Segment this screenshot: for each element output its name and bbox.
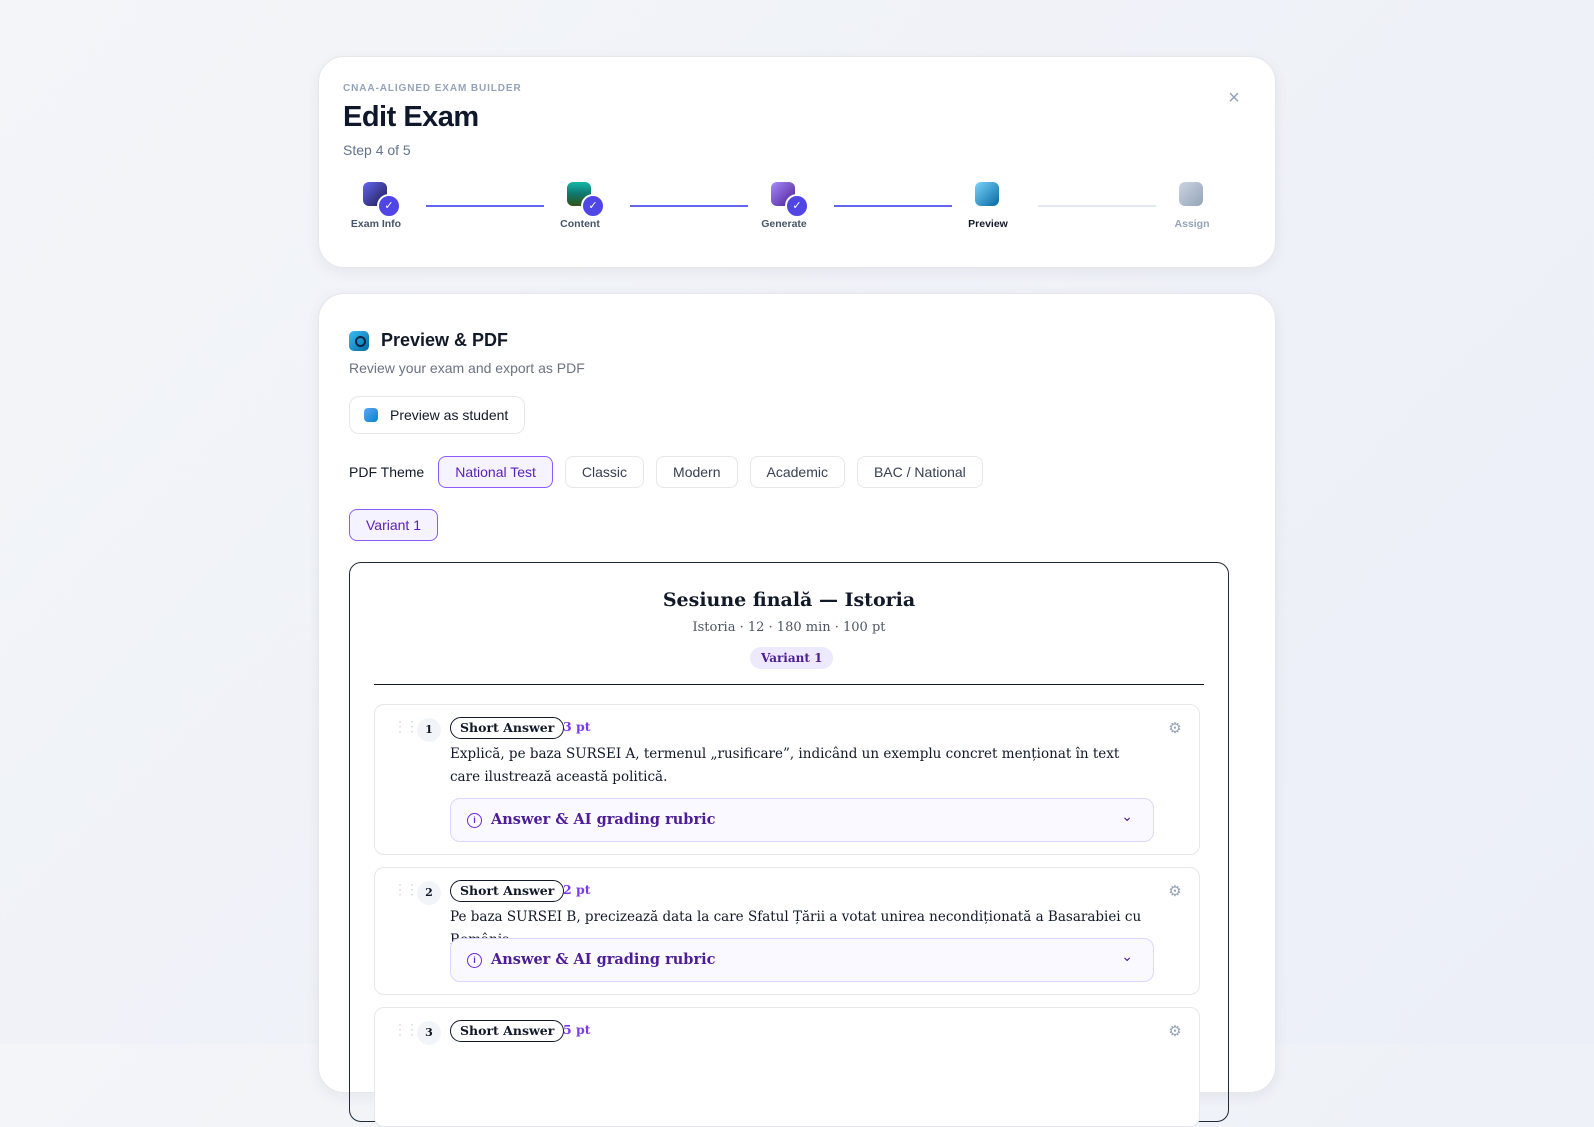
question-card[interactable]: ⋮⋮ 2 Short Answer 2 pt ⚙ Pe baza SURSEI … (374, 867, 1200, 995)
magnifier-icon (349, 330, 369, 351)
question-points: 3 pt (563, 719, 591, 734)
page-title: Edit Exam (343, 101, 479, 133)
preview-button-label: Preview as student (390, 407, 509, 423)
theme-option-classic[interactable]: Classic (564, 456, 645, 488)
divider (374, 684, 1204, 685)
preview-panel: Preview & PDF Review your exam and expor… (318, 293, 1276, 1127)
exam-meta: Istoria · 12 · 180 min · 100 pt (692, 620, 886, 635)
rubric-accordion[interactable]: i Answer & AI grading rubric ⌄ (450, 798, 1154, 842)
step-assign[interactable]: Assign (1137, 182, 1247, 230)
question-text: Explică, pe baza SURSEI A, termenul „rus… (450, 746, 1120, 785)
notebook-icon: ✓ (771, 182, 809, 218)
step-label: Exam Info (350, 218, 402, 230)
variant-badge: Variant 1 (750, 647, 834, 669)
step-generate[interactable]: ✓ Generate (729, 182, 839, 230)
question-type-badge: Short Answer (450, 1020, 565, 1042)
step-counter: Step 4 of 5 (343, 142, 411, 158)
exam-builder-header: CNAA-ALIGNED EXAM BUILDER Edit Exam Step… (318, 56, 1276, 268)
question-number: 3 (417, 1021, 441, 1045)
section-header: Preview & PDF (349, 330, 508, 351)
rubric-label: Answer & AI grading rubric (491, 951, 716, 968)
preview-as-student-button[interactable]: Preview as student (349, 396, 526, 434)
gear-icon[interactable]: ⚙ (1167, 883, 1183, 899)
clipboard-icon: ✓ (363, 182, 401, 218)
eyebrow-label: CNAA-ALIGNED EXAM BUILDER (343, 83, 522, 94)
exam-title: Sesiune finală — Istoria (662, 589, 916, 611)
step-label: Generate (761, 218, 807, 230)
stepper: ✓ Exam Info ✓ Content ✓ Generate Preview (339, 182, 1253, 242)
question-number: 1 (417, 718, 441, 742)
variant-tab-1[interactable]: Variant 1 (349, 509, 438, 541)
gear-icon[interactable]: ⚙ (1167, 1023, 1183, 1039)
step-exam-info[interactable]: ✓ Exam Info (321, 182, 431, 230)
chevron-down-icon: ⌄ (1121, 949, 1133, 965)
drag-handle-icon[interactable]: ⋮⋮ (393, 883, 419, 897)
question-card[interactable]: ⋮⋮ 1 Short Answer 3 pt ⚙ Explică, pe baz… (374, 704, 1200, 855)
info-icon: i (467, 953, 482, 968)
pdf-theme-selector: PDF Theme National Test Classic Modern A… (349, 456, 983, 488)
pdf-theme-label: PDF Theme (349, 464, 425, 480)
theme-option-national-test[interactable]: National Test (438, 456, 553, 488)
rubric-accordion[interactable]: i Answer & AI grading rubric ⌄ (450, 938, 1154, 982)
step-label: Content (560, 218, 600, 230)
theme-option-modern[interactable]: Modern (656, 456, 738, 488)
question-card[interactable]: ⋮⋮ 3 Short Answer 5 pt ⚙ (374, 1007, 1200, 1127)
send-icon (1179, 182, 1205, 208)
question-type-badge: Short Answer (450, 880, 565, 902)
section-title: Preview & PDF (381, 330, 509, 350)
check-icon: ✓ (785, 194, 809, 218)
question-type-badge: Short Answer (450, 717, 565, 739)
step-preview[interactable]: Preview (933, 182, 1043, 230)
check-icon: ✓ (581, 194, 605, 218)
question-number: 2 (417, 881, 441, 905)
section-subtitle: Review your exam and export as PDF (349, 360, 585, 376)
drag-handle-icon[interactable]: ⋮⋮ (393, 720, 419, 734)
gear-icon[interactable]: ⚙ (1167, 720, 1183, 736)
step-label: Assign (1174, 218, 1210, 230)
drag-handle-icon[interactable]: ⋮⋮ (393, 1023, 419, 1037)
step-content[interactable]: ✓ Content (525, 182, 635, 230)
question-points: 2 pt (563, 882, 591, 897)
theme-option-academic[interactable]: Academic (749, 456, 845, 488)
info-icon: i (467, 813, 482, 828)
step-label: Preview (968, 218, 1008, 230)
magnifier-icon (975, 182, 1001, 208)
chevron-down-icon: ⌄ (1121, 809, 1133, 825)
question-points: 5 pt (563, 1022, 591, 1037)
exam-paper-preview: Sesiune finală — Istoria Istoria · 12 · … (349, 562, 1229, 1127)
student-preview-icon (364, 408, 378, 422)
theme-option-bac-national[interactable]: BAC / National (856, 456, 983, 488)
books-icon: ✓ (567, 182, 605, 218)
rubric-label: Answer & AI grading rubric (491, 811, 716, 828)
check-icon: ✓ (377, 194, 401, 218)
close-icon[interactable]: × (1223, 87, 1245, 109)
